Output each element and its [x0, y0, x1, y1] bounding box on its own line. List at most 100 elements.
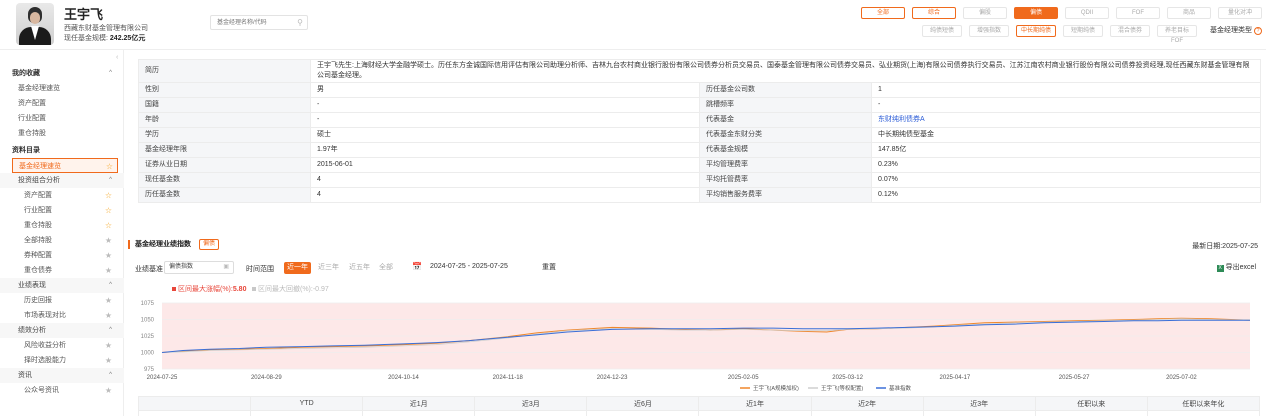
fund-type-tag[interactable]: 增强指数	[969, 25, 1009, 37]
sidebar-item[interactable]: 市场表现对比 ★	[0, 308, 124, 323]
fund-type-tag[interactable]: FOF	[1116, 7, 1160, 19]
x-tick-label: 2024-11-18	[493, 375, 524, 381]
sidebar-item[interactable]: 重仓持股 ☆	[0, 218, 124, 233]
star-icon[interactable]: ★	[105, 263, 112, 278]
profile-key: 历任基金公司数	[699, 82, 872, 98]
star-icon[interactable]: ★	[105, 353, 112, 368]
sidebar-item-current[interactable]: 基金经理速览 ☆	[12, 158, 118, 173]
fund-type-tag[interactable]: 商品	[1167, 7, 1211, 19]
profile-key: 基金经理年限	[138, 142, 311, 158]
sidebar-fav-item-label: 行业配置	[18, 115, 46, 122]
sidebar-fav-item-label: 资产配置	[18, 100, 46, 107]
fund-type-tag[interactable]: 量化对冲	[1218, 7, 1262, 19]
reset-button[interactable]: 重置	[542, 262, 556, 272]
sidebar-fav-item[interactable]: 重仓持股	[0, 126, 124, 141]
star-icon[interactable]: ☆	[105, 188, 112, 203]
star-icon[interactable]: ★	[105, 233, 112, 248]
fund-type-tag[interactable]: 偏股	[963, 7, 1007, 19]
fund-type-tag[interactable]: 综合	[912, 7, 956, 19]
profile-key: 性别	[138, 82, 311, 98]
search-icon[interactable]: ⚲	[297, 18, 303, 27]
profile-value: -	[310, 97, 700, 113]
sidebar-item[interactable]: 风险收益分析 ★	[0, 338, 124, 353]
sidebar-group[interactable]: 业绩表现 ^	[0, 278, 124, 293]
profile-value: -	[310, 112, 700, 128]
sidebar-item[interactable]: 重仓债券 ★	[0, 263, 124, 278]
legend-label[interactable]: 王宇飞(等权配置)	[821, 384, 863, 392]
sidebar-item[interactable]: 资产配置 ☆	[0, 188, 124, 203]
range-tab[interactable]: 近三年	[315, 262, 342, 274]
chevron-up-icon[interactable]: ^	[109, 278, 112, 293]
sidebar-item[interactable]: 券种配置 ★	[0, 248, 124, 263]
sidebar-fav-item[interactable]: 行业配置	[0, 111, 124, 126]
returns-table: YTD 近1月 近3月 近6月 近1年 近2年 近3年 任职以来 任职以来年化	[137, 396, 1261, 416]
x-tick-label: 2025-07-02	[1166, 375, 1197, 381]
star-icon[interactable]: ★	[105, 308, 112, 323]
fund-type-tag[interactable]: 短期纯债	[1063, 25, 1103, 37]
chevron-up-icon[interactable]: ^	[109, 368, 112, 383]
sidebar-item[interactable]: 公众号资讯 ★	[0, 383, 124, 398]
returns-cell	[474, 410, 588, 416]
returns-cell	[698, 410, 812, 416]
chevron-up-icon[interactable]: ^	[109, 173, 112, 188]
sidebar-group[interactable]: 投资组合分析 ^	[0, 173, 124, 188]
manager-name: 王宇飞	[64, 7, 104, 22]
chevron-up-icon[interactable]: ^	[109, 323, 112, 338]
profile-key: 跳槽频率	[699, 97, 872, 113]
star-icon[interactable]: ★	[105, 338, 112, 353]
sidebar-item[interactable]: 全部持股 ★	[0, 233, 124, 248]
sidebar-fav-item[interactable]: 基金经理速览	[0, 81, 124, 96]
returns-cell	[586, 410, 700, 416]
sidebar-item[interactable]: 历史回报 ★	[0, 293, 124, 308]
benchmark-select[interactable]: 偏债指数 ▣	[164, 261, 234, 274]
fund-type-tag[interactable]: QDII	[1065, 7, 1109, 19]
legend-label[interactable]: 王宇飞(A规模加权)	[753, 384, 799, 392]
sidebar-group[interactable]: 绩效分析 ^	[0, 323, 124, 338]
profile-key: 代表基金	[699, 112, 872, 128]
fund-type-tag[interactable]: 全部	[861, 7, 905, 19]
sidebar-section-favorites[interactable]: 我的收藏 ^	[0, 66, 124, 81]
sidebar-fav-item-label: 重仓持股	[18, 130, 46, 137]
fund-type-tag[interactable]: 中长期纯债	[1016, 25, 1056, 37]
x-tick-label: 2024-07-25	[147, 375, 178, 381]
range-tab[interactable]: 近五年	[346, 262, 373, 274]
x-tick-label: 2024-10-14	[388, 375, 419, 381]
chevron-up-icon[interactable]: ^	[109, 66, 112, 81]
stat-dot	[172, 287, 176, 292]
manager-company: 西藏东财基金管理有限公司	[64, 25, 148, 32]
range-tab[interactable]: 全部	[376, 262, 396, 274]
collapse-left-icon[interactable]: ‹	[116, 54, 118, 61]
sidebar-fav-item[interactable]: 资产配置	[0, 96, 124, 111]
profile-row: 历任基金数 4 平均销售服务费率 0.12%	[138, 187, 1262, 203]
calendar-icon[interactable]: 📅	[412, 262, 422, 271]
export-excel-button[interactable]: X 导出excel	[1216, 262, 1256, 272]
fund-type-tag[interactable]: 偏债	[1014, 7, 1058, 19]
range-tab[interactable]: 近一年	[284, 262, 311, 274]
fund-type-tag[interactable]: 养老目标FOF	[1157, 25, 1197, 44]
help-icon[interactable]: ?	[1254, 27, 1262, 35]
manager-type-label[interactable]: 基金经理类型?	[1204, 25, 1262, 37]
star-icon[interactable]: ☆	[106, 159, 113, 174]
returns-header-cell: 近3月	[474, 396, 588, 411]
x-tick-label: 2025-05-27	[1059, 375, 1090, 381]
date-range[interactable]: 2024-07-25 - 2025-07-25	[430, 263, 508, 270]
star-icon[interactable]: ★	[105, 248, 112, 263]
representative-fund-link[interactable]: 东财纯利债券A	[870, 112, 1262, 128]
fund-type-tag[interactable]: 纯债短债	[922, 25, 962, 37]
star-icon[interactable]: ★	[105, 383, 112, 398]
sidebar-item[interactable]: 择时选股能力 ★	[0, 353, 124, 368]
returns-cell	[250, 410, 364, 416]
star-icon[interactable]: ☆	[105, 218, 112, 233]
sidebar-group[interactable]: 资讯 ^	[0, 368, 124, 383]
legend-label[interactable]: 基准指数	[889, 384, 912, 392]
profile-table: 简历 王宇飞先生:上海财经大学金融学硕士。历任东方金诚国际信用评估有限公司助理分…	[138, 59, 1262, 203]
fund-type-tag[interactable]: 混合债券	[1110, 25, 1150, 37]
search-input[interactable]	[211, 16, 293, 29]
profile-value: 0.07%	[870, 172, 1262, 188]
y-tick-label: 975	[144, 367, 155, 373]
sidebar-section-catalog[interactable]: 资料目录	[0, 143, 124, 158]
sidebar-item[interactable]: 行业配置 ☆	[0, 203, 124, 218]
star-icon[interactable]: ★	[105, 293, 112, 308]
star-icon[interactable]: ☆	[105, 203, 112, 218]
sidebar-item-label: 全部持股	[24, 237, 52, 244]
